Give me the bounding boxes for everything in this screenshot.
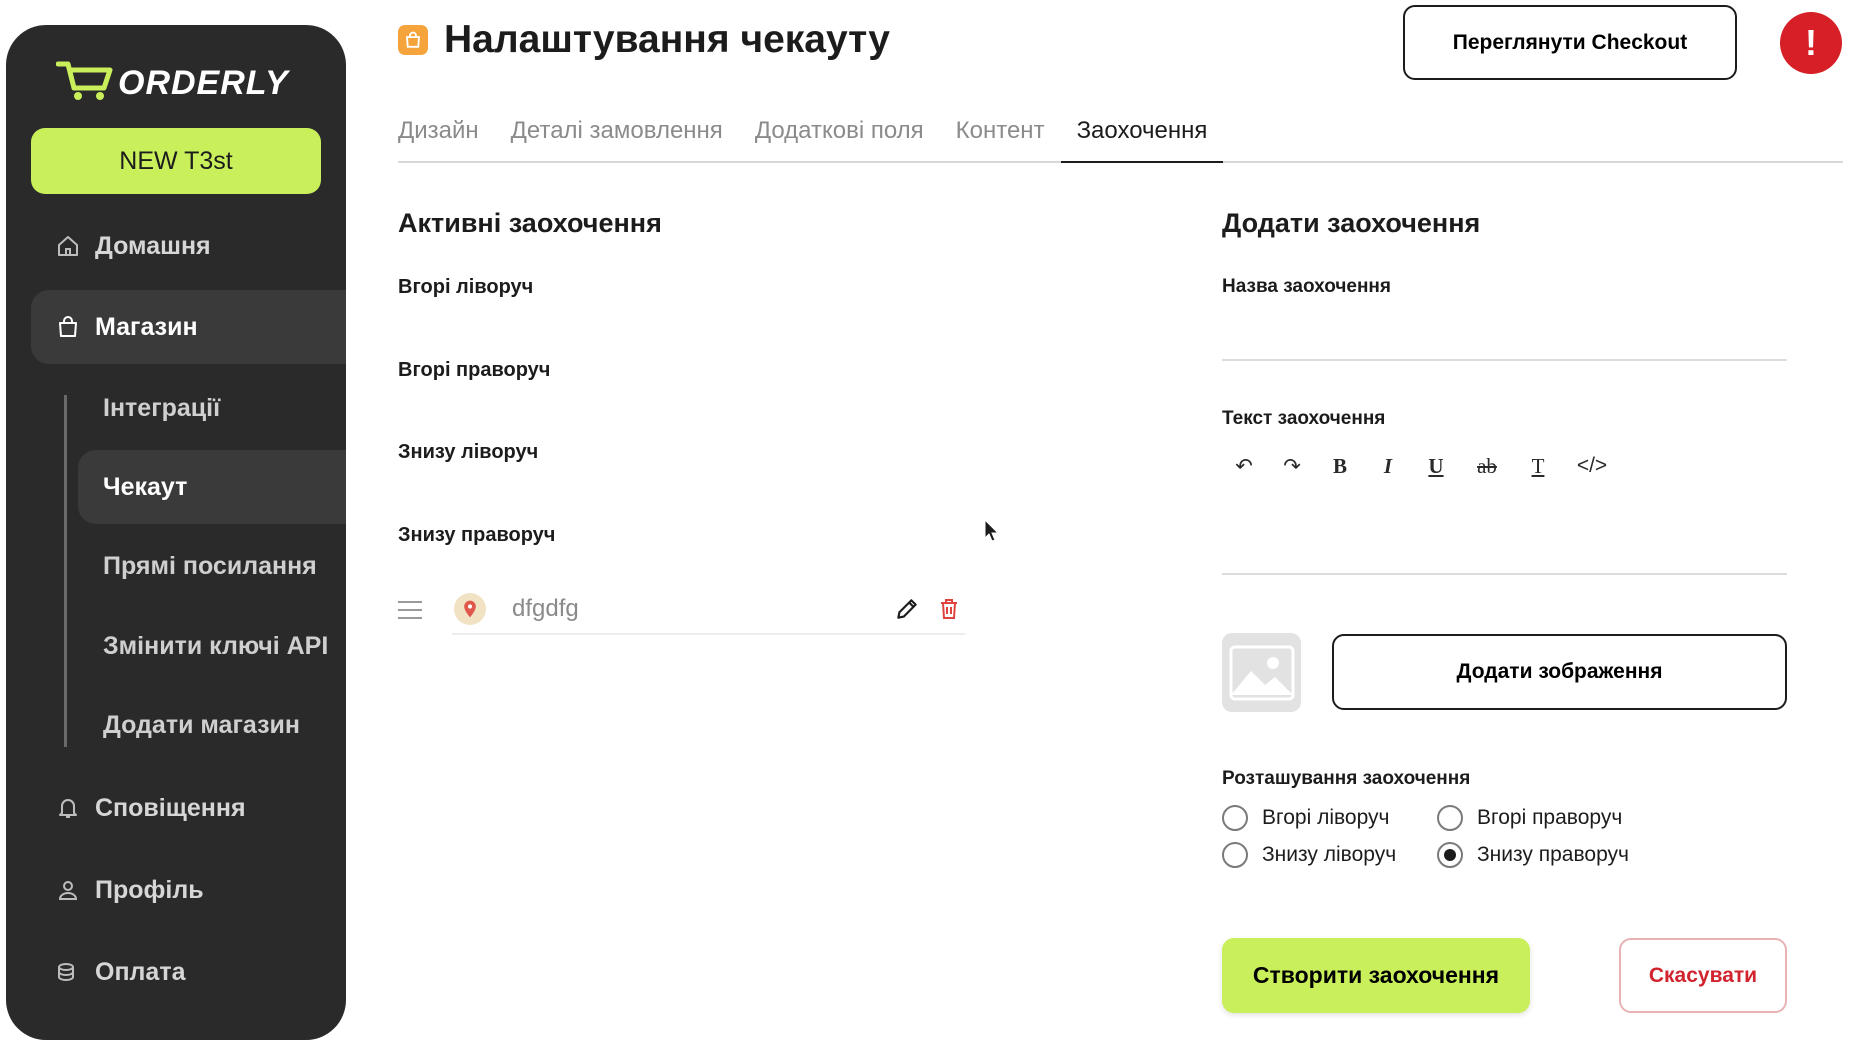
- tab-order-details[interactable]: Деталі замовлення: [511, 117, 723, 161]
- sidebar-item-label: Магазин: [95, 312, 198, 341]
- radio-button[interactable]: [1437, 805, 1463, 831]
- incentive-name: dfgdfg: [512, 595, 579, 622]
- sidebar-item-label: Домашня: [95, 231, 211, 260]
- sidebar-subitem-api-keys[interactable]: Змінити ключі API: [78, 609, 346, 683]
- bell-icon: [55, 795, 81, 821]
- tab-incentives[interactable]: Заохочення: [1060, 117, 1224, 163]
- incentive-thumbnail: [454, 593, 486, 625]
- user-icon: [55, 877, 81, 903]
- incentive-position-label: Розташування заохочення: [1222, 768, 1471, 789]
- sidebar-item-label: Оплата: [95, 957, 186, 986]
- incentive-name-label: Назва заохочення: [1222, 276, 1391, 297]
- position-group-top-left: Вгорі ліворуч: [398, 276, 534, 298]
- store-switch-button[interactable]: NEW T3st: [31, 128, 321, 194]
- sidebar-item-label: Прямі посилання: [103, 551, 317, 580]
- sidebar-subitem-integrations[interactable]: Інтеграції: [78, 371, 346, 445]
- sidebar-subitem-add-store[interactable]: Додати магазин: [78, 688, 346, 762]
- tab-bar: Дизайн Деталі замовлення Додаткові поля …: [398, 117, 1843, 163]
- view-checkout-button[interactable]: Переглянути Checkout: [1403, 5, 1737, 80]
- sidebar-item-label: Інтеграції: [103, 393, 221, 422]
- bag-icon: [398, 25, 428, 55]
- italic-button[interactable]: I: [1374, 448, 1402, 484]
- radio-button-selected[interactable]: [1437, 842, 1463, 868]
- active-incentives-title: Активні заохочення: [398, 208, 662, 238]
- sidebar-item-label: Змінити ключі API: [103, 631, 329, 660]
- cart-icon: [55, 60, 114, 107]
- submenu-line: [64, 395, 67, 747]
- radio-option-top-left[interactable]: Вгорі ліворуч: [1222, 805, 1389, 831]
- clear-format-button[interactable]: T: [1524, 448, 1552, 484]
- sidebar-subitem-direct-links[interactable]: Прямі посилання: [78, 529, 346, 603]
- shopping-bag-icon: [55, 314, 81, 340]
- add-image-button[interactable]: Додати зображення: [1332, 634, 1787, 710]
- edit-pencil-icon[interactable]: [891, 593, 923, 625]
- radio-label: Вгорі ліворуч: [1262, 806, 1390, 829]
- position-group-top-right: Вгорі праворуч: [398, 359, 551, 381]
- radio-button[interactable]: [1222, 842, 1248, 868]
- sidebar-item-payment[interactable]: Оплата: [31, 935, 346, 1009]
- position-group-bottom-right: Знизу праворуч: [398, 524, 556, 546]
- sidebar-item-notifications[interactable]: Сповіщення: [31, 771, 346, 845]
- sidebar-item-home[interactable]: Домашня: [31, 209, 346, 283]
- mouse-cursor-icon: [984, 518, 1000, 548]
- delete-trash-icon[interactable]: [933, 593, 965, 625]
- image-placeholder-icon: [1222, 633, 1301, 712]
- sidebar: ORDERLY NEW T3st Домашня Магазин Інтегра…: [6, 25, 346, 1040]
- radio-label: Вгорі праворуч: [1477, 806, 1623, 829]
- position-group-bottom-left: Знизу ліворуч: [398, 441, 539, 463]
- drag-handle-icon[interactable]: [398, 601, 422, 619]
- tab-extra-fields[interactable]: Додаткові поля: [755, 117, 924, 161]
- sidebar-item-label: Сповіщення: [95, 793, 246, 822]
- strikethrough-button[interactable]: ab: [1470, 448, 1504, 484]
- sidebar-item-label: Профіль: [95, 875, 204, 904]
- incentive-name-input[interactable]: [1222, 305, 1787, 361]
- add-incentive-title: Додати заохочення: [1222, 208, 1481, 238]
- logo-text: ORDERLY: [118, 64, 289, 102]
- incentive-text-label: Текст заохочення: [1222, 408, 1386, 429]
- home-icon: [55, 233, 81, 259]
- redo-icon[interactable]: ↷: [1278, 448, 1306, 484]
- alert-avatar[interactable]: !: [1780, 12, 1842, 74]
- undo-icon[interactable]: ↶: [1230, 448, 1258, 484]
- logo: ORDERLY: [55, 60, 289, 107]
- sidebar-item-label: Чекаут: [103, 472, 188, 501]
- radio-option-bottom-left[interactable]: Знизу ліворуч: [1222, 842, 1396, 868]
- sidebar-item-store[interactable]: Магазин: [31, 290, 346, 364]
- radio-option-top-right[interactable]: Вгорі праворуч: [1437, 805, 1622, 831]
- coins-icon: [55, 959, 81, 985]
- incentive-list-item: dfgdfg: [398, 585, 965, 635]
- sidebar-item-label: Додати магазин: [103, 710, 300, 739]
- radio-label: Знизу праворуч: [1477, 843, 1629, 866]
- incentive-text-editor[interactable]: [1222, 495, 1787, 575]
- code-view-button[interactable]: </>: [1572, 448, 1612, 484]
- create-incentive-button[interactable]: Створити заохочення: [1222, 938, 1530, 1013]
- sidebar-subitem-checkout[interactable]: Чекаут: [78, 450, 346, 524]
- radio-button[interactable]: [1222, 805, 1248, 831]
- tab-content[interactable]: Контент: [956, 117, 1045, 161]
- rich-text-toolbar: ↶ ↷ B I U ab T </>: [1230, 448, 1612, 484]
- radio-option-bottom-right[interactable]: Знизу праворуч: [1437, 842, 1629, 868]
- page-title: Налаштування чекауту: [444, 18, 890, 61]
- underline-button[interactable]: U: [1422, 448, 1450, 484]
- radio-label: Знизу ліворуч: [1262, 843, 1397, 866]
- tab-design[interactable]: Дизайн: [398, 117, 479, 161]
- page-header: Налаштування чекауту: [398, 18, 890, 62]
- bold-button[interactable]: B: [1326, 448, 1354, 484]
- sidebar-item-profile[interactable]: Профіль: [31, 853, 346, 927]
- cancel-button[interactable]: Скасувати: [1619, 938, 1787, 1013]
